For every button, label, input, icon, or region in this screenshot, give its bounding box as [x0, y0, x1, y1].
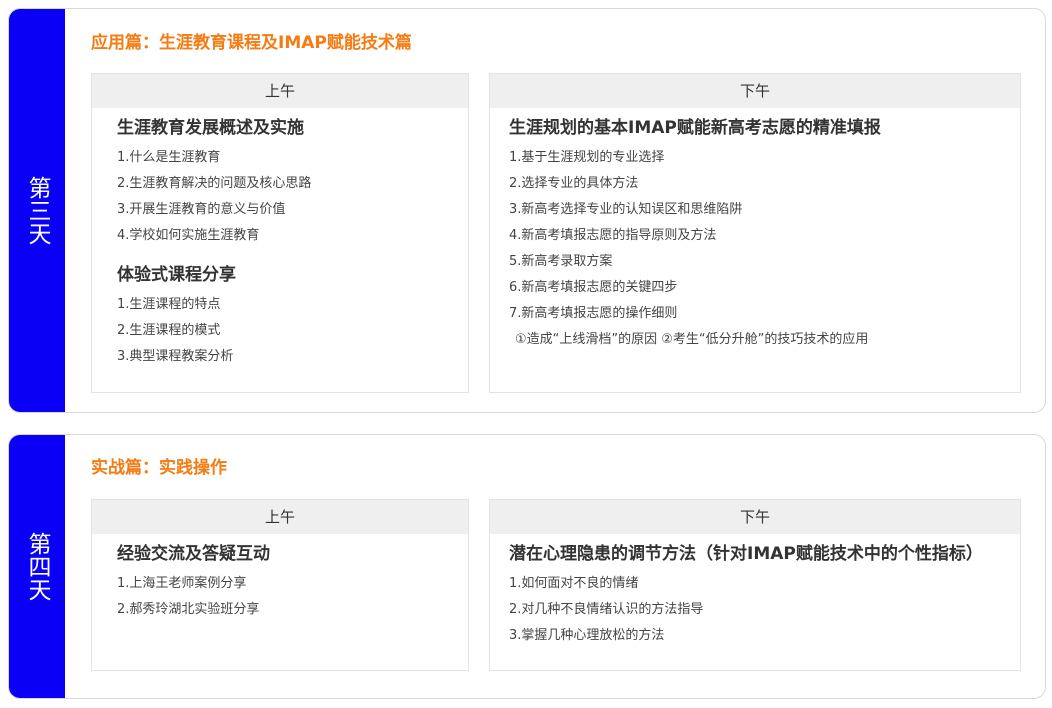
- section-title-3: 应用篇：生涯教育课程及IMAP赋能技术篇: [91, 33, 412, 53]
- topic-item: 4.学校如何实施生涯教育: [117, 228, 260, 243]
- slot-label-morning: 上午: [92, 74, 468, 108]
- topic-item: 2.选择专业的具体方法: [509, 176, 639, 191]
- topic-item: 1.什么是生涯教育: [117, 150, 221, 165]
- topic-item: 2.郝秀玲湖北实验班分享: [117, 602, 260, 617]
- day-card-3: 第三天 应用篇：生涯教育课程及IMAP赋能技术篇 上午 生涯教育发展概述及实施 …: [8, 8, 1046, 413]
- topic-block: 经验交流及答疑互动 1.上海王老师案例分享 2.郝秀玲湖北实验班分享: [117, 543, 458, 623]
- topic-item: 1.上海王老师案例分享: [117, 576, 247, 591]
- afternoon-slot-4: 下午 潜在心理隐患的调节方法（针对IMAP赋能技术中的个性指标） 1.如何面对不…: [489, 499, 1021, 671]
- topic-item: 1.如何面对不良的情绪: [509, 576, 639, 591]
- topic-title: 生涯规划的基本IMAP赋能新高考志愿的精准填报: [509, 118, 881, 138]
- topic-item: 2.生涯课程的模式: [117, 323, 221, 338]
- topic-item: 5.新高考录取方案: [509, 254, 613, 269]
- slot-label-morning: 上午: [92, 500, 468, 534]
- topic-item: 3.掌握几种心理放松的方法: [509, 628, 665, 643]
- day-tab-3: 第三天: [9, 9, 65, 412]
- topic-title: 体验式课程分享: [117, 265, 236, 285]
- topic-block: 潜在心理隐患的调节方法（针对IMAP赋能技术中的个性指标） 1.如何面对不良的情…: [509, 543, 1010, 649]
- topic-item: 3.典型课程教案分析: [117, 349, 234, 364]
- topic-title: 潜在心理隐患的调节方法（针对IMAP赋能技术中的个性指标）: [509, 544, 983, 564]
- day-tab-4: 第四天: [9, 435, 65, 698]
- topic-item: 7.新高考填报志愿的操作细则: [509, 306, 678, 321]
- topic-block: 生涯教育发展概述及实施 1.什么是生涯教育 2.生涯教育解决的问题及核心思路 3…: [117, 117, 458, 249]
- topic-title: 经验交流及答疑互动: [117, 544, 270, 564]
- afternoon-slot-3: 下午 生涯规划的基本IMAP赋能新高考志愿的精准填报 1.基于生涯规划的专业选择…: [489, 73, 1021, 393]
- topic-block: 生涯规划的基本IMAP赋能新高考志愿的精准填报 1.基于生涯规划的专业选择 2.…: [509, 117, 1010, 353]
- morning-slot-4: 上午 经验交流及答疑互动 1.上海王老师案例分享 2.郝秀玲湖北实验班分享: [91, 499, 469, 671]
- topic-item: 3.新高考选择专业的认知误区和思维陷阱: [509, 202, 743, 217]
- topic-item: 2.生涯教育解决的问题及核心思路: [117, 176, 312, 191]
- topic-block: 体验式课程分享 1.生涯课程的特点 2.生涯课程的模式 3.典型课程教案分析: [117, 264, 458, 370]
- topic-item: 6.新高考填报志愿的关键四步: [509, 280, 678, 295]
- topic-item: 3.开展生涯教育的意义与价值: [117, 202, 286, 217]
- topic-item: 2.对几种不良情绪认识的方法指导: [509, 602, 704, 617]
- topic-item: 1.生涯课程的特点: [117, 297, 221, 312]
- day-card-4: 第四天 实战篇：实践操作 上午 经验交流及答疑互动 1.上海王老师案例分享 2.…: [8, 434, 1046, 699]
- topic-sub-item: ①造成“上线滑档”的原因 ②考生“低分升舱”的技巧技术的应用: [515, 332, 869, 347]
- slot-label-afternoon: 下午: [490, 74, 1020, 108]
- slot-label-afternoon: 下午: [490, 500, 1020, 534]
- topic-item: 1.基于生涯规划的专业选择: [509, 150, 665, 165]
- topic-item: 4.新高考填报志愿的指导原则及方法: [509, 228, 717, 243]
- topic-title: 生涯教育发展概述及实施: [117, 118, 304, 138]
- morning-slot-3: 上午 生涯教育发展概述及实施 1.什么是生涯教育 2.生涯教育解决的问题及核心思…: [91, 73, 469, 393]
- section-title-4: 实战篇：实践操作: [91, 458, 227, 478]
